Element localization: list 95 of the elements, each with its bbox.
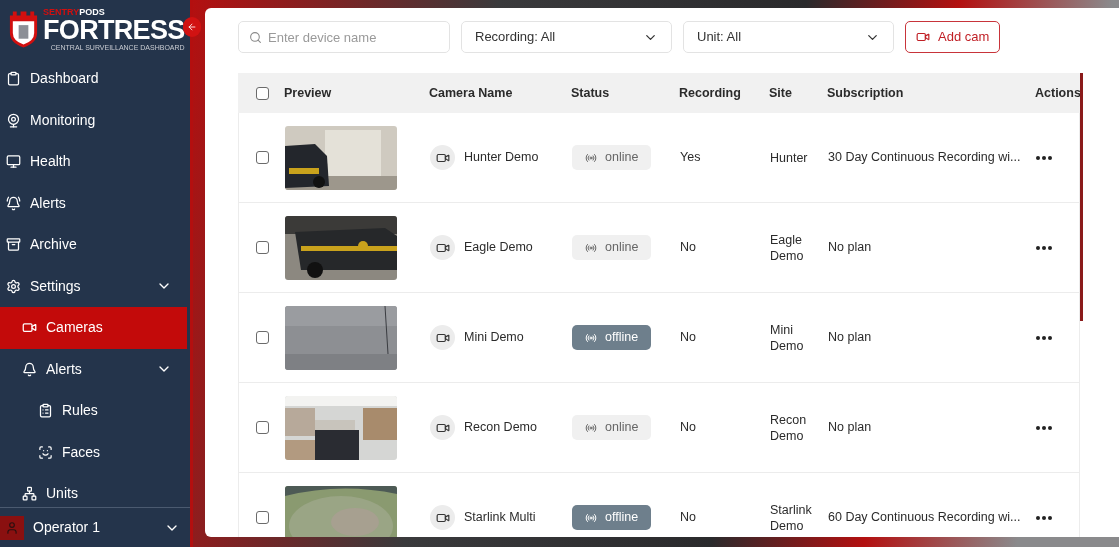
column-header: Subscription [827, 85, 904, 100]
castle-shield-logo [7, 9, 40, 49]
site-name: Eagle Demo [770, 231, 805, 264]
brand-name: FORTRESS [43, 16, 185, 44]
sidebar-item-icon [6, 278, 21, 294]
recording-value: No [680, 420, 696, 435]
camera-icon [430, 235, 455, 260]
recording-value: Yes [680, 150, 701, 165]
sidebar-item-icon [38, 444, 53, 460]
status-pill: online [572, 235, 652, 260]
subscription-plan: 60 Day Continuous Recording wi... [828, 510, 1021, 525]
camera-name: Mini Demo [464, 329, 524, 347]
sidebar-item[interactable]: Units [0, 473, 190, 507]
sidebar-item[interactable]: Dashboard [0, 58, 190, 100]
site-name: Recon Demo [770, 411, 808, 444]
subscription-plan: No plan [828, 420, 872, 435]
video-camera-icon [916, 30, 930, 44]
scrollbar[interactable] [1080, 73, 1083, 321]
camera-name: Starlink Multi [464, 509, 536, 527]
sidebar-item-icon [22, 361, 37, 377]
sidebar-item-icon [6, 71, 21, 87]
more-icon [1036, 425, 1052, 430]
recording-value: No [680, 240, 696, 255]
arrow-left-icon [187, 22, 197, 32]
signal-icon [585, 421, 597, 434]
camera-name: Hunter Demo [464, 149, 539, 167]
more-actions-button[interactable] [1036, 335, 1052, 340]
subscription-plan: 30 Day Continuous Recording wi... [828, 150, 1021, 165]
status-pill: online [572, 145, 652, 170]
user-icon [5, 520, 19, 535]
recording-value: No [680, 330, 696, 345]
more-actions-button[interactable] [1036, 425, 1052, 430]
sidebar-item[interactable]: Archive [0, 224, 190, 266]
more-icon [1036, 515, 1052, 520]
sidebar-item[interactable]: Rules [0, 390, 190, 432]
checkbox[interactable] [255, 511, 269, 524]
search-icon [249, 31, 262, 44]
camera-icon [430, 145, 455, 170]
column-header: Actions [1035, 85, 1081, 100]
signal-icon [585, 151, 597, 164]
checkbox[interactable] [255, 86, 269, 100]
user-menu[interactable]: Operator 1 [0, 507, 190, 547]
unit-dropdown[interactable]: Unit: All [683, 21, 894, 53]
more-icon [1036, 335, 1052, 340]
user-name: Operator 1 [33, 518, 101, 537]
status-pill: online [572, 415, 652, 440]
brand-suffix: PODS [79, 7, 105, 17]
recording-dropdown[interactable]: Recording: All [461, 21, 672, 53]
recording-value: No [680, 510, 696, 525]
more-icon [1036, 245, 1052, 250]
site-name: Mini Demo [770, 321, 805, 354]
search-field[interactable]: Enter device name [238, 21, 450, 53]
subscription-plan: No plan [828, 240, 872, 255]
column-header: Site [769, 85, 792, 100]
checkbox[interactable] [255, 151, 269, 164]
sidebar-item-icon [22, 486, 37, 502]
more-actions-button[interactable] [1036, 245, 1052, 250]
sidebar-item[interactable]: Health [0, 141, 190, 183]
collapse-sidebar-button[interactable] [183, 17, 201, 37]
sidebar-item[interactable]: Alerts [0, 348, 190, 390]
signal-icon [585, 241, 597, 254]
sidebar-item-icon [6, 237, 21, 253]
camera-icon [430, 505, 455, 530]
camera-icon [430, 325, 455, 350]
camera-name: Recon Demo [464, 419, 537, 437]
checkbox[interactable] [255, 421, 269, 434]
sidebar-item[interactable]: Monitoring [0, 99, 190, 141]
column-header: Status [571, 85, 610, 100]
column-header: Camera Name [429, 85, 513, 100]
sidebar-item[interactable]: Faces [0, 431, 190, 473]
sidebar-item-icon [38, 403, 53, 419]
sidebar-item[interactable]: Alerts [0, 182, 190, 224]
subscription-plan: No plan [828, 330, 872, 345]
checkbox[interactable] [255, 331, 269, 344]
camera-icon [430, 415, 455, 440]
column-header: Preview [284, 85, 332, 100]
camera-name: Eagle Demo [464, 239, 533, 257]
more-actions-button[interactable] [1036, 155, 1052, 160]
signal-icon [585, 511, 597, 524]
sidebar-item-icon [6, 112, 21, 128]
sidebar-item-icon [6, 195, 21, 211]
more-actions-button[interactable] [1036, 515, 1052, 520]
sidebar-item-icon [6, 154, 21, 170]
sidebar-item[interactable]: Settings [0, 265, 190, 307]
site-name: Hunter [770, 149, 809, 166]
sidebar-item[interactable]: Cameras [0, 307, 187, 349]
more-icon [1036, 155, 1052, 160]
column-header: Recording [679, 85, 741, 100]
brand-prefix: SENTRY [43, 7, 80, 17]
signal-icon [585, 331, 597, 344]
status-pill: offline [572, 505, 652, 530]
checkbox[interactable] [255, 241, 269, 254]
status-pill: offline [572, 325, 652, 350]
site-name: Starlink Demo [770, 501, 813, 534]
add-cam-button[interactable]: Add cam [905, 21, 1001, 53]
